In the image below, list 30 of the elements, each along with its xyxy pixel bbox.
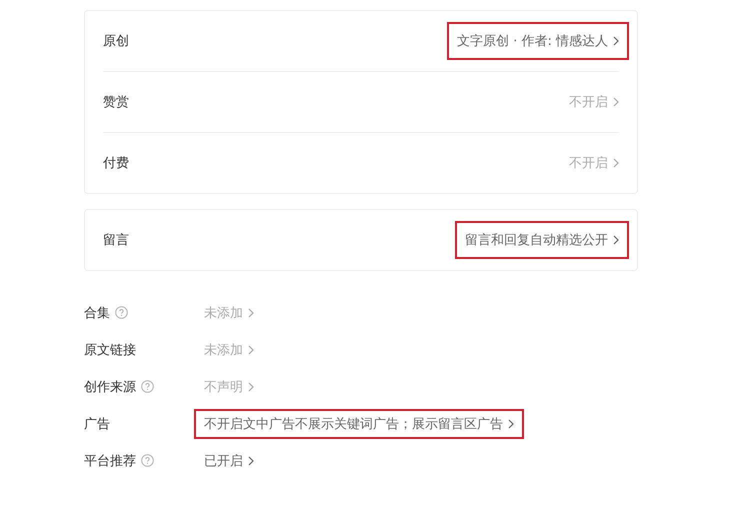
chevron-right-icon	[613, 36, 619, 46]
setting-value-link[interactable]: 不声明	[194, 372, 264, 402]
chevron-right-icon	[248, 456, 254, 466]
setting-label: 赞赏	[103, 94, 129, 111]
chevron-right-icon	[613, 97, 619, 107]
setting-label: 合集	[84, 304, 110, 322]
chevron-right-icon	[248, 382, 254, 392]
setting-label: 原文链接	[84, 342, 136, 358]
setting-value-link[interactable]: 留言和回复自动精选公开	[455, 221, 629, 259]
setting-label: 广告	[84, 416, 110, 432]
setting-value-link[interactable]: 不开启	[559, 144, 629, 182]
chevron-right-icon	[613, 235, 619, 245]
chevron-right-icon	[248, 344, 254, 354]
setting-label: 平台推荐	[84, 452, 136, 470]
setting-value-link[interactable]: 不开启文中广告不展示关键词广告；展示留言区广告	[194, 408, 524, 438]
help-icon[interactable]	[115, 306, 128, 319]
setting-label: 原创	[103, 33, 129, 50]
setting-value-link[interactable]: 文字原创 · 作者: 情感达人	[447, 22, 629, 60]
setting-value-link[interactable]: 未添加	[194, 334, 264, 364]
setting-label: 付费	[103, 155, 129, 172]
setting-value-link[interactable]: 不开启	[559, 83, 629, 121]
chevron-right-icon	[248, 308, 254, 318]
help-icon[interactable]	[141, 454, 154, 467]
chevron-right-icon	[613, 158, 619, 168]
setting-value-link[interactable]: 未添加	[194, 298, 264, 328]
chevron-right-icon	[508, 418, 514, 428]
setting-label: 创作来源	[84, 378, 136, 396]
setting-value-link[interactable]: 已开启	[194, 446, 264, 476]
setting-label: 留言	[103, 232, 129, 249]
help-icon[interactable]	[141, 380, 154, 393]
